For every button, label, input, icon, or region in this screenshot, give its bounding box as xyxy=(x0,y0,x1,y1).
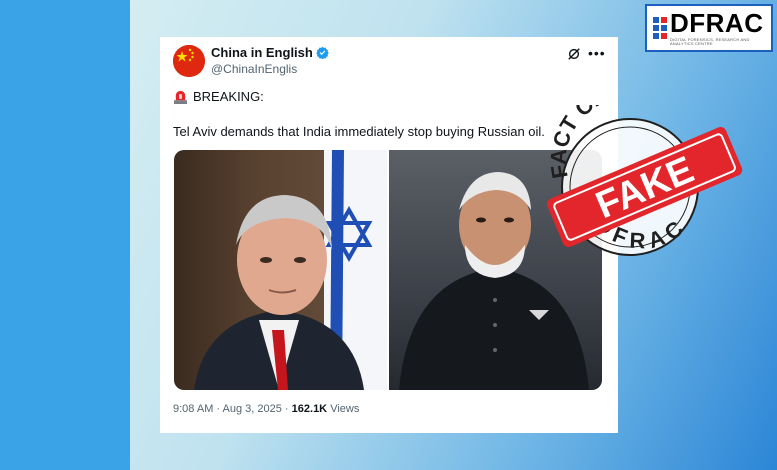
siren-icon xyxy=(173,90,188,104)
tweet-text: Tel Aviv demands that India immediately … xyxy=(173,124,545,139)
more-icon[interactable]: ••• xyxy=(588,45,606,61)
china-flag-icon[interactable] xyxy=(173,45,205,77)
user-handle[interactable]: @ChinaInEnglis xyxy=(211,62,297,76)
photo-netanyahu[interactable] xyxy=(174,150,387,390)
meta-separator: · xyxy=(213,403,223,415)
display-name[interactable]: China in English xyxy=(211,45,329,60)
tweet-date[interactable]: Aug 3, 2025 xyxy=(223,403,282,415)
breaking-label: BREAKING: xyxy=(193,89,264,104)
tweet-meta: 9:08 AM · Aug 3, 2025 · 162.1K Views xyxy=(173,403,359,415)
dfrac-logo: DFRAC DIGITAL FORENSICS, RESEARCH AND AN… xyxy=(645,4,773,52)
tweet-time[interactable]: 9:08 AM xyxy=(173,403,213,415)
views-count: 162.1K xyxy=(291,403,328,415)
verified-badge-icon xyxy=(316,46,329,59)
breaking-line: BREAKING: xyxy=(173,89,264,104)
fact-check-fake-stamp: FACT CHECK DFRAC FAKE xyxy=(546,105,743,256)
left-panel xyxy=(0,0,130,470)
logo-mark-icon xyxy=(653,17,667,39)
meta-separator-2: · xyxy=(281,403,292,415)
display-name-text[interactable]: China in English xyxy=(211,45,313,60)
logo-wordmark: DFRAC xyxy=(670,8,764,38)
grok-icon[interactable] xyxy=(567,47,581,61)
logo-tagline: DIGITAL FORENSICS, RESEARCH AND ANALYTIC… xyxy=(670,37,750,46)
tweet-media[interactable] xyxy=(174,150,602,390)
views-label: Views xyxy=(330,403,360,415)
